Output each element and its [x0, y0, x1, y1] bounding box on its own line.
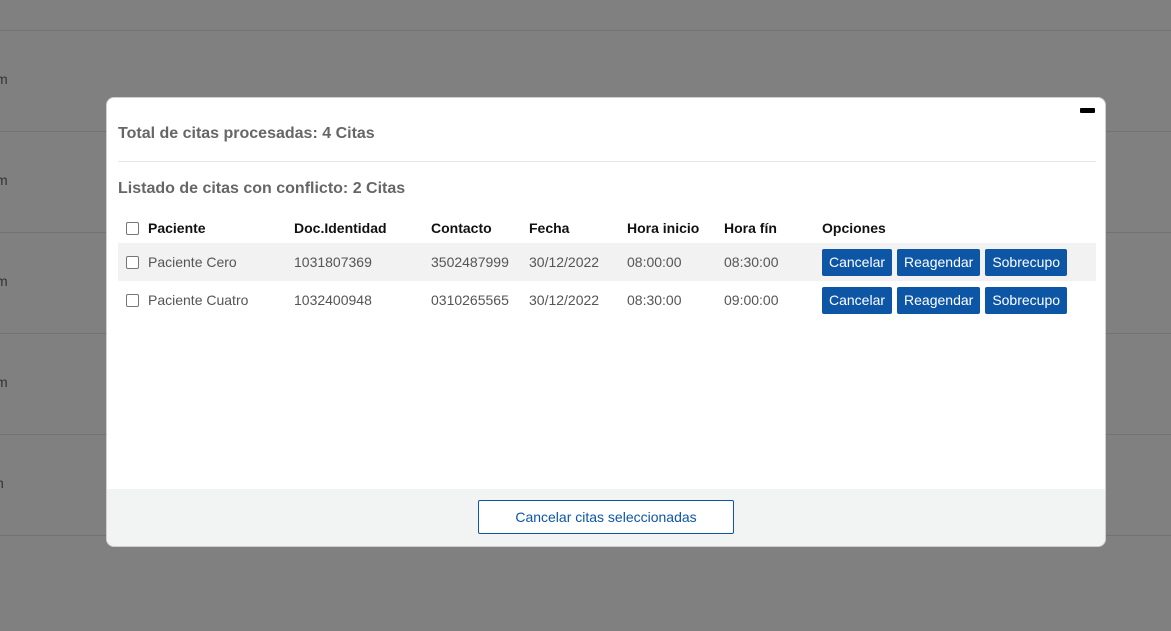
header-paciente: Paciente [126, 213, 206, 243]
reschedule-button[interactable]: Reagendar [897, 286, 981, 314]
row-checkbox[interactable] [126, 255, 139, 269]
table-row: Paciente Cuatro 1032400948 0310265565 30… [118, 281, 1096, 319]
table-header: Paciente Doc.Identidad Contacto Fecha Ho… [118, 213, 1096, 243]
patient-name: Paciente Cuatro [148, 292, 249, 308]
header-hora-fin: Hora fín [724, 220, 777, 236]
cell-hora-inicio: 08:30:00 [627, 292, 682, 308]
total-appointments-title: Total de citas procesadas: 4 Citas [118, 125, 375, 142]
conflict-list-title: Listado de citas con conflicto: 2 Citas [118, 180, 406, 197]
modal-footer: Cancelar citas seleccionadas [107, 489, 1105, 546]
background-row-text: m [0, 71, 8, 87]
cell-opciones: Cancelar Reagendar Sobrecupo [822, 281, 1072, 319]
cell-paciente: Paciente Cuatro [126, 281, 248, 319]
conflict-table: Paciente Doc.Identidad Contacto Fecha Ho… [118, 213, 1096, 319]
background-row-text: m [0, 273, 8, 289]
header-contacto: Contacto [431, 220, 492, 236]
conflict-modal: Total de citas procesadas: 4 Citas Lista… [106, 97, 1106, 547]
cell-paciente: Paciente Cero [126, 243, 237, 281]
cell-opciones: Cancelar Reagendar Sobrecupo [822, 243, 1072, 281]
minimize-icon[interactable] [1080, 108, 1095, 113]
cell-fecha: 30/12/2022 [529, 292, 600, 308]
overbook-button[interactable]: Sobrecupo [985, 286, 1068, 314]
cell-hora-inicio: 08:00:00 [627, 254, 682, 270]
background-row-text: m [0, 374, 8, 390]
cancel-button[interactable]: Cancelar [822, 248, 893, 276]
reschedule-button[interactable]: Reagendar [897, 248, 981, 276]
header-opciones: Opciones [822, 220, 886, 236]
cancel-selected-button[interactable]: Cancelar citas seleccionadas [478, 500, 734, 534]
background-row-text: n [0, 475, 4, 491]
header-doc: Doc.Identidad [294, 220, 387, 236]
cell-hora-fin: 09:00:00 [724, 292, 779, 308]
row-checkbox[interactable] [126, 293, 139, 307]
cell-contacto: 0310265565 [431, 292, 509, 308]
cell-doc: 1031807369 [294, 254, 372, 270]
overbook-button[interactable]: Sobrecupo [985, 248, 1068, 276]
cell-doc: 1032400948 [294, 292, 372, 308]
cell-fecha: 30/12/2022 [529, 254, 600, 270]
divider [118, 161, 1096, 162]
header-fecha: Fecha [529, 220, 570, 236]
select-all-checkbox[interactable] [126, 221, 139, 235]
patient-name: Paciente Cero [148, 254, 237, 270]
background-row-text: m [0, 172, 8, 188]
table-row: Paciente Cero 1031807369 3502487999 30/1… [118, 243, 1096, 281]
cell-hora-fin: 08:30:00 [724, 254, 779, 270]
header-label: Paciente [148, 220, 206, 236]
header-hora-inicio: Hora inicio [627, 220, 700, 236]
cancel-button[interactable]: Cancelar [822, 286, 893, 314]
cell-contacto: 3502487999 [431, 254, 509, 270]
background-row [0, 535, 1171, 631]
